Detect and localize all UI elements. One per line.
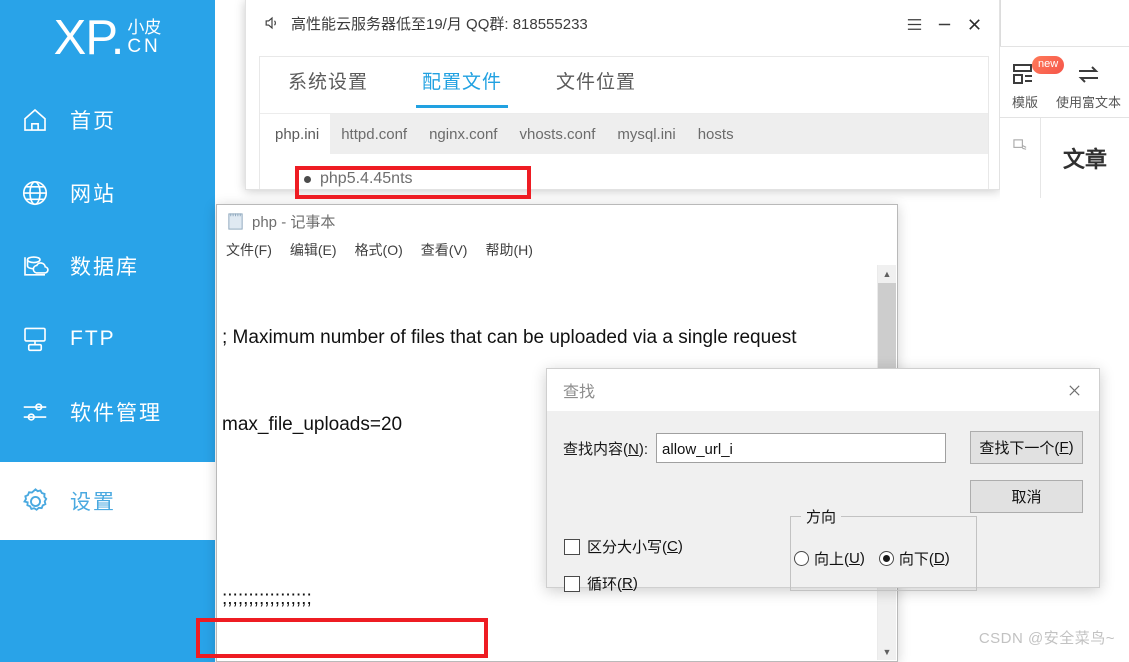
watermark: CSDN @安全菜鸟~ bbox=[978, 630, 1115, 647]
annotation-box-php-version bbox=[295, 166, 531, 199]
xp-window-titlebar: 高性能云服务器低至19/月 QQ群: 818555233 bbox=[246, 0, 999, 46]
sidebar-item-database[interactable]: 数据库 bbox=[0, 232, 215, 299]
sidebar-item-label: FTP bbox=[70, 326, 116, 350]
globe-icon bbox=[0, 178, 70, 208]
menu-file[interactable]: 文件(F) bbox=[226, 240, 272, 260]
sidebar-item-label: 首页 bbox=[70, 109, 116, 133]
logo-sub2: CN bbox=[127, 35, 161, 57]
radio-up-indicator bbox=[794, 551, 809, 566]
menu-format[interactable]: 格式(O) bbox=[355, 240, 403, 260]
find-input[interactable]: allow_url_i bbox=[656, 433, 947, 463]
richtext-tool[interactable]: 使用富文本 bbox=[1056, 59, 1121, 111]
notepad-titlebar: php - 记事本 bbox=[217, 205, 897, 237]
sidebar-item-software[interactable]: 软件管理 bbox=[0, 378, 215, 445]
scroll-up-icon[interactable]: ▲ bbox=[878, 265, 896, 282]
richtext-icon bbox=[1076, 59, 1102, 89]
tab-config-files[interactable]: 配置文件 bbox=[416, 67, 509, 108]
match-case-checkbox[interactable]: 区分大小写(C) bbox=[564, 536, 683, 557]
doc-title: 文章 bbox=[1062, 147, 1107, 172]
menu-help[interactable]: 帮助(H) bbox=[485, 240, 532, 260]
sidebar-item-label: 设置 bbox=[70, 491, 116, 514]
right-panel-toolbar: new 模版 使用富文本 bbox=[1000, 46, 1129, 118]
database-icon bbox=[0, 251, 70, 281]
tab-system-settings[interactable]: 系统设置 bbox=[288, 67, 368, 104]
subtab-php-ini[interactable]: php.ini bbox=[260, 114, 331, 154]
sidebar-item-website[interactable]: 网站 bbox=[0, 159, 215, 226]
sidebar-item-ftp[interactable]: FTP bbox=[0, 305, 215, 372]
checkbox-box bbox=[564, 575, 580, 592]
speaker-icon bbox=[261, 12, 283, 34]
find-dialog-title: 查找 bbox=[563, 384, 596, 401]
checkbox-box bbox=[564, 538, 580, 555]
window-controls bbox=[899, 10, 989, 38]
find-dialog: 查找 查找内容(N): allow_url_i 查找下一个(F) 取消 方向 向… bbox=[546, 368, 1100, 593]
scroll-down-icon[interactable]: ▼ bbox=[878, 643, 896, 660]
radio-down-indicator bbox=[878, 551, 894, 566]
app-logo: XP. 小皮 CN bbox=[0, 2, 215, 74]
sidebar-item-settings[interactable]: 设置 bbox=[0, 462, 215, 540]
close-icon[interactable] bbox=[959, 10, 989, 38]
right-panel-document-header: 文章 bbox=[1000, 118, 1129, 198]
text-line: ; Maximum number of files that can be up… bbox=[222, 327, 797, 348]
richtext-tool-label: 使用富文本 bbox=[1056, 95, 1122, 110]
direction-group-label: 方向 bbox=[801, 506, 842, 527]
template-tool[interactable]: new 模版 bbox=[1012, 56, 1065, 111]
subtab-vhosts-conf[interactable]: vhosts.conf bbox=[508, 114, 606, 154]
find-next-button[interactable]: 查找下一个(F) bbox=[970, 431, 1083, 464]
subtab-nginx-conf[interactable]: nginx.conf bbox=[418, 114, 508, 154]
config-file-tab-bar: php.ini httpd.conf nginx.conf vhosts.con… bbox=[260, 113, 988, 154]
xp-window-title: 高性能云服务器低至19/月 QQ群: 818555233 bbox=[291, 15, 588, 33]
close-icon[interactable] bbox=[1057, 375, 1091, 405]
tab-file-location[interactable]: 文件位置 bbox=[556, 67, 636, 104]
sidebar-item-label: 网站 bbox=[70, 182, 116, 206]
wrap-around-checkbox[interactable]: 循环(R) bbox=[564, 573, 638, 594]
find-input-row: 查找内容(N): allow_url_i bbox=[563, 433, 947, 463]
notepad-menubar: 文件(F) 编辑(E) 格式(O) 查看(V) 帮助(H) bbox=[217, 237, 897, 263]
doc-title-col: 文章 bbox=[1041, 118, 1129, 198]
direction-radios: 向上(U) 向下(D) bbox=[794, 548, 950, 569]
sidebar-item-home[interactable]: 首页 bbox=[0, 86, 215, 153]
find-dialog-body: 查找内容(N): allow_url_i 查找下一个(F) 取消 方向 向上(U… bbox=[547, 411, 1099, 593]
find-dialog-titlebar: 查找 bbox=[547, 369, 1099, 411]
main-tab-bar: 系统设置 配置文件 文件位置 bbox=[260, 57, 988, 113]
minimize-icon[interactable] bbox=[929, 10, 959, 38]
radio-down[interactable]: 向下(D) bbox=[878, 548, 950, 569]
home-icon bbox=[0, 105, 70, 135]
menu-view[interactable]: 查看(V) bbox=[421, 240, 468, 260]
direction-group: 方向 向上(U) 向下(D) bbox=[790, 506, 977, 591]
gear-icon bbox=[0, 485, 70, 518]
menu-icon[interactable] bbox=[899, 10, 929, 38]
annotation-box-allow-url-include bbox=[196, 618, 488, 658]
xp-main-window: 高性能云服务器低至19/月 QQ群: 818555233 系统设置 配置文件 文… bbox=[245, 0, 1000, 190]
notepad-icon bbox=[226, 212, 245, 231]
text-line: ;;;;;;;;;;;;;;;;; bbox=[222, 588, 312, 609]
menu-edit[interactable]: 编辑(E) bbox=[290, 240, 337, 260]
notepad-title: php - 记事本 bbox=[252, 213, 336, 231]
logo-sub1: 小皮 bbox=[127, 18, 162, 38]
find-what-label: 查找内容(N): bbox=[563, 440, 649, 458]
logo-xp-text: XP. bbox=[53, 10, 125, 65]
subtab-hosts[interactable]: hosts bbox=[687, 114, 745, 154]
right-panel-header bbox=[1000, 0, 1129, 46]
doc-side-icon-col bbox=[1000, 118, 1041, 198]
logo-cn-block: 小皮 CN bbox=[127, 19, 161, 57]
radio-up[interactable]: 向上(U) bbox=[794, 548, 865, 569]
sliders-icon bbox=[0, 397, 70, 427]
subtab-httpd-conf[interactable]: httpd.conf bbox=[330, 114, 418, 154]
ftp-icon bbox=[0, 324, 70, 354]
sidebar: XP. 小皮 CN 首页 网站 数据库 FTP 软件管理 设置 bbox=[0, 0, 215, 662]
subtab-mysql-ini[interactable]: mysql.ini bbox=[606, 114, 686, 154]
cancel-button[interactable]: 取消 bbox=[970, 480, 1083, 513]
sidebar-item-label: 软件管理 bbox=[70, 401, 162, 425]
sidebar-item-label: 数据库 bbox=[70, 255, 139, 279]
page-icon bbox=[1012, 139, 1026, 150]
template-tool-label: 模版 bbox=[1012, 95, 1039, 110]
